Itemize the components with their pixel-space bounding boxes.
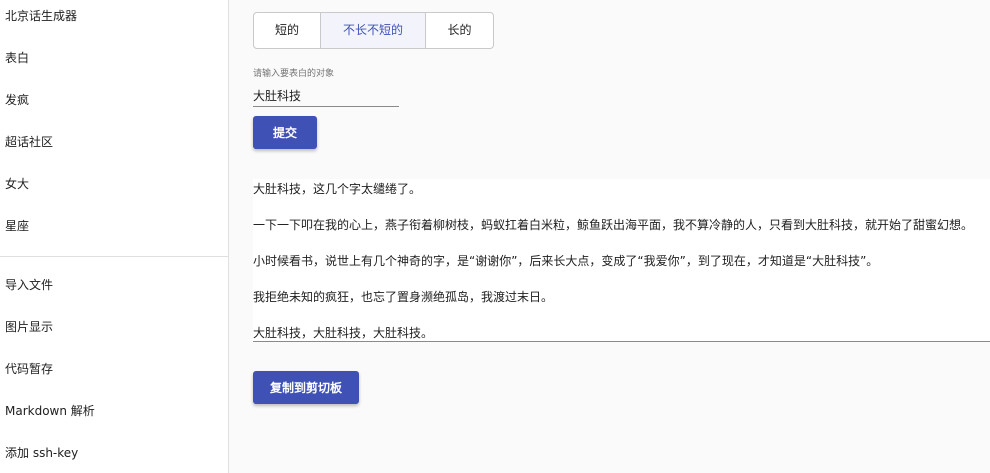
- target-input[interactable]: [253, 85, 399, 107]
- submit-button[interactable]: 提交: [253, 116, 317, 149]
- sidebar-item-horoscope[interactable]: 星座: [0, 205, 228, 247]
- copy-to-clipboard-button[interactable]: 复制到剪切板: [253, 371, 359, 404]
- output-line: 一下一下叩在我的心上，燕子衔着柳树枝，蚂蚁扛着白米粒，鲸鱼跃出海平面，我不算冷静…: [253, 218, 974, 232]
- output-line: 小时候看书，说世上有几个神奇的字，是“谢谢你”，后来长大点，变成了“我爱你”，到…: [253, 254, 879, 268]
- target-input-label: 请输入要表白的对象: [253, 69, 335, 79]
- sidebar-item-nuda[interactable]: 女大: [0, 163, 228, 205]
- sidebar-item-add-ssh-key[interactable]: 添加 ssh-key: [0, 432, 228, 473]
- sidebar-item-import-file[interactable]: 导入文件: [0, 264, 228, 306]
- main-content: 短的 不长不短的 长的 请输入要表白的对象 提交 大肚科技，这几个字太缱绻了。 …: [230, 0, 990, 473]
- length-option-medium[interactable]: 不长不短的: [321, 13, 426, 48]
- output-line: 大肚科技，这几个字太缱绻了。: [253, 182, 422, 196]
- output-line: 我拒绝未知的疯狂，也忘了置身濒绝孤岛，我渡过末日。: [253, 290, 554, 304]
- sidebar-item-supertopic[interactable]: 超话社区: [0, 121, 228, 163]
- sidebar-item-confession[interactable]: 表白: [0, 37, 228, 79]
- generated-text-output[interactable]: 大肚科技，这几个字太缱绻了。 一下一下叩在我的心上，燕子衔着柳树枝，蚂蚁扛着白米…: [253, 179, 990, 342]
- sidebar-divider: [0, 256, 228, 257]
- sidebar-item-image-display[interactable]: 图片显示: [0, 306, 228, 348]
- sidebar: 北京话生成器 表白 发疯 超话社区 女大 星座 导入文件 图片显示 代码暂存 M…: [0, 0, 229, 473]
- length-option-long[interactable]: 长的: [426, 13, 493, 48]
- length-option-short[interactable]: 短的: [254, 13, 321, 48]
- sidebar-item-code-storage[interactable]: 代码暂存: [0, 348, 228, 390]
- length-toggle-group: 短的 不长不短的 长的: [253, 12, 494, 49]
- sidebar-item-markdown-parse[interactable]: Markdown 解析: [0, 390, 228, 432]
- sidebar-item-beijing-generator[interactable]: 北京话生成器: [0, 0, 228, 37]
- output-line: 大肚科技，大肚科技，大肚科技。: [253, 326, 434, 340]
- sidebar-item-crazy[interactable]: 发疯: [0, 79, 228, 121]
